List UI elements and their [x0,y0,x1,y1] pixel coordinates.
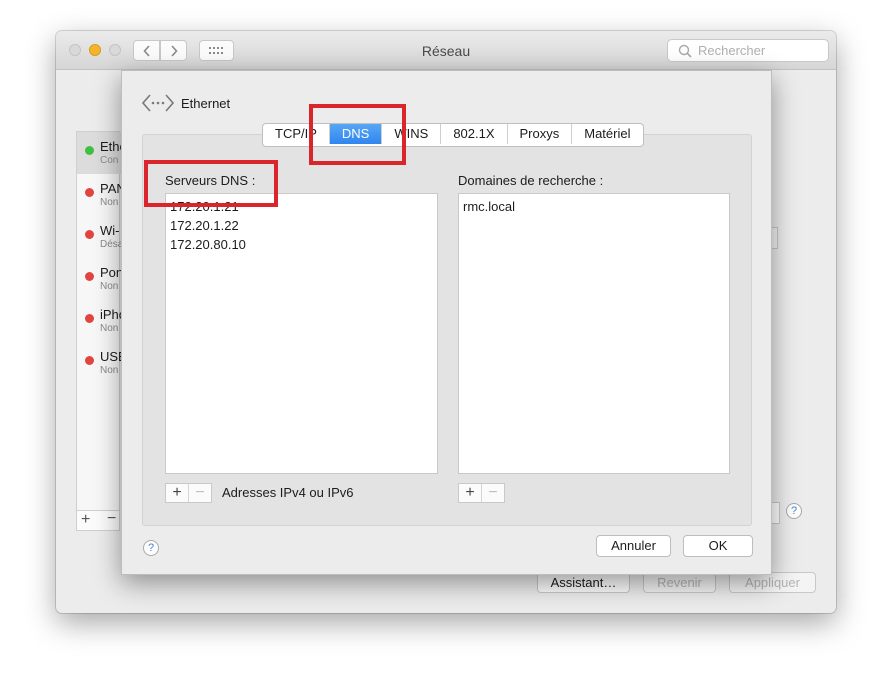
service-status: Con [100,155,119,166]
service-status: Non [100,281,119,292]
help-button[interactable]: ? [786,503,802,519]
dns-server-item[interactable]: 172.20.1.22 [166,216,437,235]
ethernet-icon [142,94,174,112]
annotation-highlight-dns-label [144,160,278,207]
tab-proxys[interactable]: Proxys [508,124,573,144]
service-status: Désa [100,239,124,250]
dns-server-item[interactable]: 172.20.80.10 [166,235,437,254]
service-status: Non [100,197,119,208]
add-service-button[interactable]: + [81,511,90,529]
service-name: Wi- [100,223,120,238]
service-status: Non [100,323,119,334]
dns-servers-list[interactable]: 172.20.1.21 172.20.1.22 172.20.80.10 [165,193,438,474]
advanced-settings-sheet: Ethernet TCP/IP DNS WINS 802.1X Proxys M… [121,70,772,575]
service-item-iphone[interactable]: iPho Non [77,300,126,342]
search-domains-list[interactable]: rmc.local [458,193,730,474]
search-placeholder: Rechercher [698,43,766,58]
remove-dns-button[interactable]: − [188,484,211,502]
service-list: Ethe Con PAN Non Wi- Désa Pon Non iPho N… [76,131,127,531]
search-domains-label: Domaines de recherche : [458,173,604,188]
remove-domain-button[interactable]: − [481,484,504,502]
assistant-button[interactable]: Assistant… [537,572,630,593]
status-dot-icon [85,230,94,239]
sheet-help-button[interactable]: ? [143,540,159,556]
annotation-highlight-dns-tab [309,104,406,165]
search-input[interactable]: Rechercher [667,39,829,62]
service-status: Non [100,365,119,376]
domain-add-remove: + − [458,483,505,503]
status-dot-icon [85,314,94,323]
search-domain-item[interactable]: rmc.local [459,197,729,216]
status-dot-icon [85,188,94,197]
interface-name: Ethernet [181,96,231,111]
status-dot-icon [85,146,94,155]
status-dot-icon [85,356,94,365]
service-item-pan[interactable]: PAN Non [77,174,126,216]
service-item-ethernet[interactable]: Ethe Con [77,132,127,174]
cancel-button[interactable]: Annuler [596,535,671,557]
service-name: Pon [100,265,124,280]
service-item-usb[interactable]: USB Non [77,342,127,384]
tab-8021x[interactable]: 802.1X [441,124,508,144]
service-add-remove: + − [76,510,120,531]
add-dns-button[interactable]: + [166,484,188,502]
tab-materiel[interactable]: Matériel [572,124,642,144]
status-dot-icon [85,272,94,281]
service-item-bridge[interactable]: Pon Non [77,258,124,300]
ok-button[interactable]: OK [683,535,753,557]
dns-add-remove: + − [165,483,212,503]
title-bar: Réseau Rechercher [56,31,836,70]
search-icon [678,44,692,58]
service-item-wifi[interactable]: Wi- Désa [77,216,124,258]
apply-button[interactable]: Appliquer [729,572,816,593]
revert-button[interactable]: Revenir [643,572,716,593]
add-domain-button[interactable]: + [459,484,481,502]
remove-service-button[interactable]: − [107,510,116,528]
ip-address-hint: Adresses IPv4 ou IPv6 [222,485,354,500]
